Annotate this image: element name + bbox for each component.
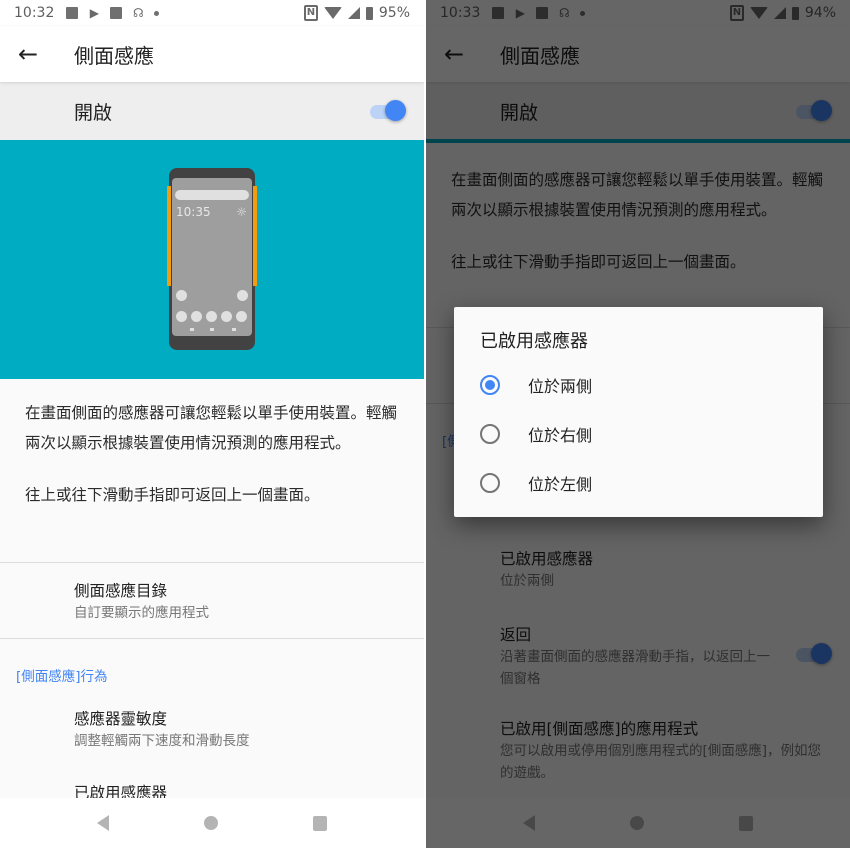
divider — [0, 562, 424, 563]
phone-screen: 10:35 ☼ — [172, 178, 252, 336]
mini-recents-icon — [232, 328, 236, 331]
master-switch-label: 開啟 — [74, 101, 113, 124]
radio-label: 位於右側 — [528, 426, 593, 445]
master-toggle[interactable] — [368, 100, 406, 121]
toggle-thumb — [385, 100, 406, 121]
pref-title: 感應器靈敏度 — [74, 710, 168, 728]
phone-illustration: 10:35 ☼ — [167, 168, 257, 350]
phone-search-bar — [175, 190, 249, 200]
radio-button[interactable] — [480, 473, 500, 493]
signal-icon — [347, 7, 360, 19]
app-icon — [237, 290, 248, 301]
nfc-icon: N — [303, 5, 318, 21]
dialog-title: 已啟用感應器 — [480, 331, 588, 352]
pref-sensitivity[interactable]: 感應器靈敏度 調整輕觸兩下速度和滑動長度 — [74, 708, 404, 752]
radio-option-right-side[interactable]: 位於右側 — [480, 419, 803, 449]
app-icon — [206, 311, 217, 322]
recents-icon[interactable] — [312, 815, 327, 831]
radio-label: 位於左側 — [528, 475, 593, 494]
radio-button[interactable] — [480, 424, 500, 444]
app-icon — [236, 311, 247, 322]
divider — [0, 638, 424, 639]
back-arrow-icon[interactable]: ← — [18, 42, 44, 66]
right-screen: 10:33 ▶ ☊ N 94% ← 側面感應 開啟 在畫面側面的感應器可讓您輕鬆… — [426, 0, 850, 848]
app-icon — [191, 311, 202, 322]
play-store-icon: ▶ — [89, 6, 99, 20]
dot-icon — [154, 10, 160, 16]
navigation-bar — [0, 798, 424, 848]
radio-option-both-sides[interactable]: 位於兩側 — [480, 370, 803, 400]
mini-home-icon — [210, 328, 214, 331]
radio-option-left-side[interactable]: 位於左側 — [480, 468, 803, 498]
description: 在畫面側面的感應器可讓您輕鬆以單手使用裝置。輕觸兩次以顯示根據裝置使用情況預測的… — [25, 398, 404, 510]
mini-back-icon — [190, 328, 194, 331]
app-bar: ← 側面感應 — [0, 26, 424, 82]
description-paragraph: 往上或往下滑動手指即可返回上一個畫面。 — [25, 486, 320, 504]
app-icon — [176, 290, 187, 301]
weather-icon: ☼ — [236, 205, 247, 219]
description-paragraph: 在畫面側面的感應器可讓您輕鬆以單手使用裝置。輕觸兩次以顯示根據裝置使用情況預測的… — [25, 404, 398, 452]
battery-icon — [365, 6, 373, 20]
status-time: 10:32 — [14, 5, 55, 21]
right-sensor-edge — [253, 186, 257, 286]
pref-title: 側面感應目錄 — [74, 582, 168, 600]
pref-side-sense-menu[interactable]: 側面感應目錄 自訂要顯示的應用程式 — [74, 580, 404, 624]
app-icon — [221, 311, 232, 322]
illustration: 10:35 ☼ — [0, 140, 424, 379]
pref-summary: 自訂要顯示的應用程式 — [74, 605, 209, 621]
enabled-sensor-dialog: 已啟用感應器 位於兩側 位於右側 位於左側 — [454, 307, 823, 517]
left-sensor-edge — [167, 186, 171, 286]
app-icon — [176, 311, 187, 322]
phone-clock: 10:35 — [176, 205, 211, 219]
radio-button-checked[interactable] — [480, 375, 500, 395]
left-screen: 10:32 ▶ ☊ N 95% ← 側面感應 開啟 10:35 ☼ 在畫面側面的… — [0, 0, 424, 848]
pref-summary: 調整輕觸兩下速度和滑動長度 — [74, 733, 250, 749]
facebook-icon — [110, 7, 123, 19]
category-header: [側面感應]行為 — [16, 669, 108, 685]
radio-label: 位於兩側 — [528, 377, 593, 396]
status-bar: 10:32 ▶ ☊ N 95% — [0, 0, 424, 26]
back-icon[interactable] — [97, 815, 110, 831]
page-title: 側面感應 — [74, 43, 154, 68]
wifi-icon — [323, 7, 342, 19]
image-icon — [66, 7, 79, 19]
battery-percent: 95% — [378, 5, 410, 21]
master-switch-row[interactable]: 開啟 — [0, 82, 424, 140]
missed-call-icon: ☊ — [133, 6, 144, 20]
home-icon[interactable] — [203, 816, 218, 830]
